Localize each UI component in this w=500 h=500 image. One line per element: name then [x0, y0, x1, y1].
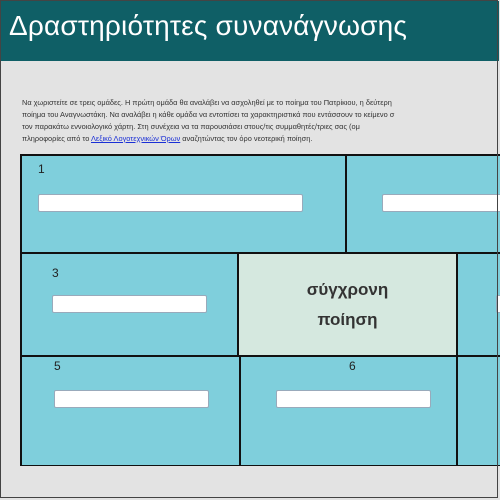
concept-input-5[interactable]: [54, 390, 209, 408]
central-concept-label: σύγχρονη ποίηση: [307, 275, 389, 335]
concept-input-1[interactable]: [38, 194, 303, 212]
cell-number: 1: [38, 162, 45, 176]
cell-number: 6: [349, 359, 356, 373]
concept-input-6[interactable]: [276, 390, 431, 408]
cell-number: 5: [54, 359, 61, 373]
concept-cell-7: [456, 355, 500, 467]
central-concept-line-2: ποίηση: [317, 309, 378, 329]
page-bottom: [0, 466, 500, 500]
concept-input-3[interactable]: [52, 295, 207, 313]
concept-cell-3: 3: [20, 252, 239, 357]
concept-map: 1 3 σύγχρονη ποίηση 5 6: [0, 0, 500, 500]
central-concept-line-1: σύγχρονη: [306, 279, 389, 299]
concept-cell-5: 5: [20, 355, 241, 467]
concept-cell-1: 1: [20, 154, 347, 254]
central-concept: σύγχρονη ποίηση: [237, 252, 458, 357]
concept-cell-2: [345, 154, 500, 254]
concept-cell-6: 6: [239, 355, 458, 467]
concept-input-2[interactable]: [382, 194, 500, 212]
concept-cell-4: [456, 252, 500, 357]
concept-input-4[interactable]: [496, 295, 500, 313]
cell-number: 3: [52, 266, 59, 280]
